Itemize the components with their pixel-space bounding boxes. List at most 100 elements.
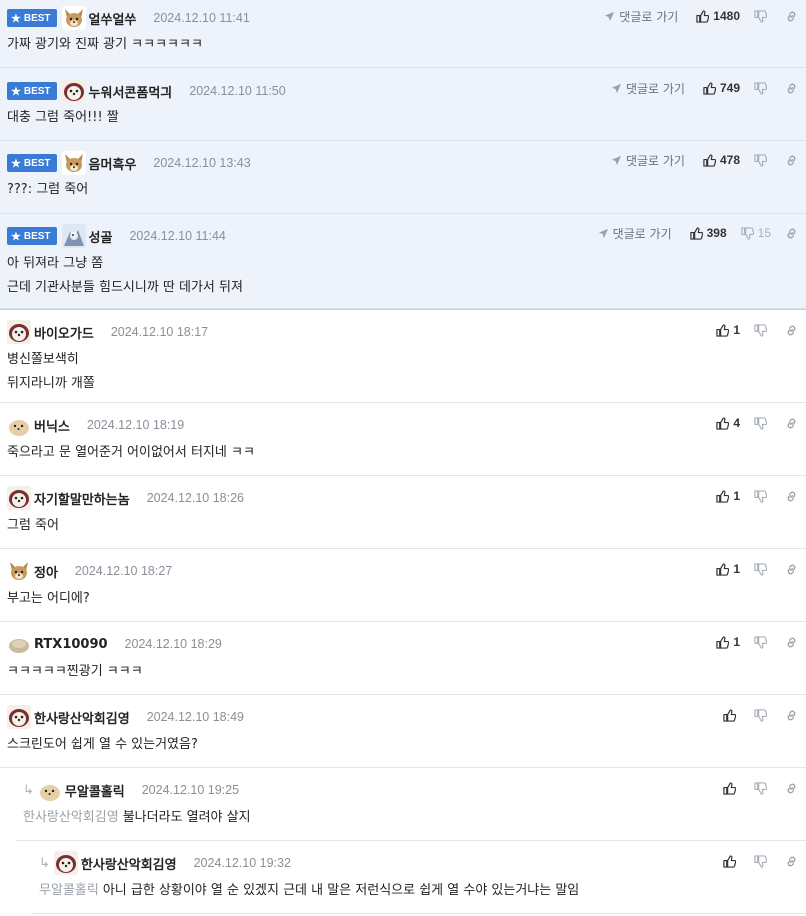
like-button[interactable]: 1480 <box>696 9 740 23</box>
link-icon[interactable] <box>785 154 798 167</box>
like-button[interactable]: 478 <box>703 153 740 167</box>
comment-author[interactable]: 자기할말만하는놈 <box>34 489 130 508</box>
reply-mention[interactable]: 무알콜홀릭 <box>39 883 99 898</box>
comment-header: 한사랑산악회김영 2024.12.10 18:49 <box>7 705 244 729</box>
thumbs-down-icon <box>754 489 767 503</box>
avatar[interactable] <box>61 151 86 175</box>
link-icon[interactable] <box>785 324 798 337</box>
comment-date: 2024.12.10 18:29 <box>124 637 222 651</box>
dislike-button[interactable]: 15 <box>740 226 771 240</box>
comment-body: 대충 그럼 죽어!!! 짤 <box>7 110 119 125</box>
dislike-button[interactable] <box>754 416 771 430</box>
dislike-button[interactable] <box>754 323 771 337</box>
avatar[interactable] <box>7 705 31 729</box>
avatar[interactable] <box>7 413 31 437</box>
thumbs-down-icon <box>754 81 767 95</box>
comment-item: 한사랑산악회김영 2024.12.10 18:49 스크린도어 쉽게 열 수 있… <box>0 695 806 768</box>
thumbs-down-icon <box>754 635 767 649</box>
comment-date: 2024.12.10 18:26 <box>146 491 245 505</box>
goto-comment-link[interactable]: 댓글로 가기 <box>598 225 672 242</box>
like-button[interactable]: 1 <box>716 323 740 337</box>
dislike-button[interactable] <box>754 153 771 167</box>
avatar[interactable] <box>37 778 62 802</box>
link-icon[interactable] <box>785 636 798 649</box>
like-button[interactable] <box>723 854 740 868</box>
goto-comment-link[interactable]: 댓글로 가기 <box>611 152 685 169</box>
comment-actions: 1 <box>716 486 798 506</box>
link-icon[interactable] <box>785 82 798 95</box>
comment-item: 정아 2024.12.10 18:27 1 부고는 어디에? <box>0 549 806 622</box>
link-icon[interactable] <box>785 227 798 240</box>
star-icon: ★ <box>11 12 21 25</box>
comment-date: 2024.12.10 11:50 <box>189 84 286 98</box>
comment-best-3: ★ BEST 음머흑우 2024.12.10 13:43 댓글로 가기 478 ?… <box>0 141 806 214</box>
comment-author[interactable]: 한사랑산악회김영 <box>81 854 177 873</box>
like-button[interactable]: 749 <box>703 81 740 95</box>
avatar[interactable] <box>7 486 31 510</box>
dislike-button[interactable] <box>754 81 771 95</box>
comment-header: ★ BEST 얼쑤얼쑤 2024.12.10 11:41 <box>7 6 250 30</box>
comment-actions: 댓글로 가기 398 15 <box>598 223 798 243</box>
thumbs-up-icon <box>716 323 730 337</box>
comment-actions: 4 <box>716 413 798 433</box>
comment-author[interactable]: 얼쑤얼쑤 <box>89 9 137 28</box>
like-button[interactable]: 398 <box>689 226 727 240</box>
comment-actions: 댓글로 가기 478 <box>611 150 798 170</box>
comment-author[interactable]: RTX10090 <box>34 637 108 652</box>
link-icon[interactable] <box>785 782 798 795</box>
like-button[interactable]: 4 <box>716 416 740 430</box>
dislike-button[interactable] <box>754 489 771 503</box>
link-icon[interactable] <box>785 417 798 430</box>
reply-item: ↳ 한사랑산악회김영 2024.12.10 19:32 무알콜홀릭 아니 급한 상… <box>32 841 806 914</box>
goto-comment-link[interactable]: 댓글로 가기 <box>611 80 685 97</box>
comment-author[interactable]: 음머흑우 <box>89 154 137 173</box>
avatar[interactable] <box>53 851 78 875</box>
thumbs-down-icon <box>754 708 767 722</box>
thumbs-down-icon <box>754 416 767 430</box>
avatar[interactable] <box>61 6 86 30</box>
avatar[interactable] <box>7 320 31 344</box>
dislike-button[interactable] <box>754 562 771 576</box>
comment-body: 한사랑산악회김영 불나더라도 열려야 살지 <box>23 810 251 825</box>
comment-body: 병신쫄보색히 뒤지라니까 개쫄 <box>7 352 95 391</box>
thumbs-up-icon <box>723 708 736 722</box>
comment-author[interactable]: 바이오가드 <box>34 323 94 342</box>
dislike-button[interactable] <box>754 708 771 722</box>
link-icon[interactable] <box>785 855 798 868</box>
link-icon[interactable] <box>785 490 798 503</box>
like-button[interactable] <box>723 708 740 722</box>
dislike-button[interactable] <box>754 854 771 868</box>
avatar[interactable] <box>7 559 31 583</box>
thumbs-up-icon <box>716 635 730 649</box>
like-button[interactable] <box>723 781 740 795</box>
comment-body: 부고는 어디에? <box>7 591 90 606</box>
comment-author[interactable]: 버닉스 <box>34 416 70 435</box>
avatar[interactable] <box>7 632 31 656</box>
reply-mention[interactable]: 한사랑산악회김영 <box>23 810 119 825</box>
comment-body: 가짜 광기와 진짜 광기 ㅋㅋㅋㅋㅋㅋ <box>7 37 203 52</box>
like-button[interactable]: 1 <box>716 635 740 649</box>
comment-item: 자기할말만하는놈 2024.12.10 18:26 1 그럼 죽어 <box>0 476 806 549</box>
avatar[interactable] <box>61 79 86 103</box>
avatar[interactable] <box>61 224 86 248</box>
dislike-button[interactable] <box>754 635 771 649</box>
like-button[interactable]: 1 <box>716 489 740 503</box>
comment-author[interactable]: 정아 <box>34 562 58 581</box>
dislike-button[interactable] <box>754 781 771 795</box>
link-icon[interactable] <box>785 709 798 722</box>
comment-author[interactable]: 무알콜홀릭 <box>65 781 125 800</box>
like-button[interactable]: 1 <box>716 562 740 576</box>
goto-comment-link[interactable]: 댓글로 가기 <box>604 8 678 25</box>
dislike-button[interactable] <box>754 9 771 23</box>
link-icon[interactable] <box>785 10 798 23</box>
thumbs-down-icon <box>754 153 767 167</box>
thumbs-up-icon <box>723 781 736 795</box>
send-icon <box>605 11 615 21</box>
comment-author[interactable]: 한사랑산악회김영 <box>34 708 130 727</box>
link-icon[interactable] <box>785 563 798 576</box>
send-icon <box>611 83 622 93</box>
comment-author[interactable]: 누워서콘폼먹긔 <box>89 82 173 101</box>
comment-author[interactable]: 성골 <box>89 227 113 246</box>
thumbs-up-icon <box>703 153 716 167</box>
reply-arrow-icon: ↳ <box>39 855 50 871</box>
